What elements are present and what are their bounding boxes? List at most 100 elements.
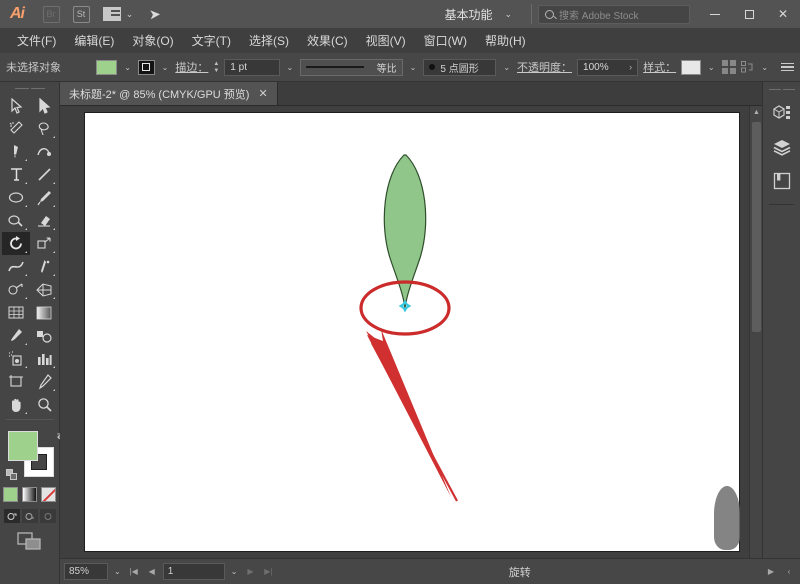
close-icon[interactable]: ✕ [258, 87, 267, 100]
gradient-tool[interactable] [30, 301, 58, 324]
fill-color-swatch-large[interactable] [8, 431, 38, 461]
paintbrush-tool[interactable] [30, 186, 58, 209]
chevron-down-icon[interactable]: ⌄ [501, 63, 512, 72]
eyedropper-tool[interactable] [2, 324, 30, 347]
stock-search-input[interactable]: 搜索 Adobe Stock [538, 5, 690, 24]
bridge-button[interactable]: Br [38, 0, 64, 28]
direct-selection-tool[interactable] [30, 94, 58, 117]
workspace-switcher[interactable]: 基本功能 ⌄ [436, 4, 520, 24]
scale-tool[interactable] [30, 232, 58, 255]
canvas-area[interactable]: ▲ [72, 106, 762, 558]
collapsed-panel-strip[interactable] [60, 106, 72, 558]
first-artboard-button[interactable]: |◀ [127, 563, 141, 580]
menu-edit[interactable]: 编辑(E) [65, 29, 123, 52]
maximize-button[interactable] [732, 0, 766, 28]
chevron-down-icon[interactable]: ⌄ [122, 63, 133, 72]
default-fill-stroke-icon[interactable] [6, 469, 18, 481]
right-dock-grip[interactable] [763, 82, 800, 96]
stroke-stepper[interactable]: ▲▼ [213, 61, 219, 74]
color-swatch-button[interactable] [3, 487, 18, 502]
align-icon[interactable] [722, 60, 736, 74]
type-tool[interactable] [2, 163, 30, 186]
none-swatch-button[interactable] [41, 487, 56, 502]
stroke-profile-select[interactable]: 等比 [300, 59, 402, 76]
draw-normal-button[interactable] [4, 509, 20, 523]
mesh-tool[interactable] [2, 301, 30, 324]
scroll-up-icon[interactable]: ▲ [750, 106, 762, 119]
ellipse-tool[interactable] [2, 186, 30, 209]
rotate-tool[interactable] [2, 232, 30, 255]
free-transform-tool[interactable] [30, 255, 58, 278]
last-artboard-button[interactable]: ▶| [261, 563, 275, 580]
brush-definition-select[interactable]: 5 点圆形 [423, 59, 496, 76]
menu-file[interactable]: 文件(F) [8, 29, 65, 52]
menu-type[interactable]: 文字(T) [183, 29, 240, 52]
magic-wand-tool[interactable] [2, 117, 30, 140]
stroke-weight-input[interactable]: 1 pt [224, 59, 279, 76]
vertical-scroll-thumb[interactable] [752, 122, 761, 332]
symbol-sprayer-tool[interactable] [2, 347, 30, 370]
transform-icon[interactable] [741, 60, 755, 74]
right-dock [762, 82, 800, 584]
curvature-tool[interactable] [30, 140, 58, 163]
document-tab[interactable]: 未标题-2* @ 85% (CMYK/GPU 预览) ✕ [60, 82, 278, 105]
shape-builder-tool[interactable] [2, 278, 30, 301]
close-button[interactable]: ✕ [766, 0, 800, 28]
stroke-color-swatch[interactable] [138, 60, 155, 75]
chevron-down-icon[interactable]: ⌄ [408, 63, 419, 72]
layers-panel-button[interactable] [763, 130, 800, 164]
pen-tool[interactable] [2, 140, 30, 163]
fill-color-swatch[interactable] [96, 60, 118, 75]
menu-object[interactable]: 对象(O) [123, 29, 182, 52]
blend-tool[interactable] [30, 324, 58, 347]
draw-inside-button[interactable] [40, 509, 56, 523]
artboard-tool[interactable] [2, 370, 30, 393]
chevron-down-icon[interactable]: ⌄ [285, 63, 296, 72]
slice-tool[interactable] [30, 370, 58, 393]
status-collapse-button[interactable]: ‹ [782, 563, 796, 580]
line-segment-tool[interactable] [30, 163, 58, 186]
arrange-documents-button[interactable]: ⌄ [98, 0, 138, 28]
next-artboard-button[interactable]: ▶ [243, 563, 257, 580]
eraser-tool[interactable] [30, 209, 58, 232]
zoom-chevron-down-icon[interactable]: ⌄ [112, 567, 123, 576]
canvas-vertical-scrollbar[interactable]: ▲ [749, 106, 762, 558]
hand-tool[interactable] [2, 393, 30, 416]
go-to-start-button[interactable]: ➤ [142, 0, 168, 28]
width-tool[interactable] [2, 255, 30, 278]
column-graph-tool[interactable] [30, 347, 58, 370]
menu-select[interactable]: 选择(S) [240, 29, 298, 52]
minimize-button[interactable] [698, 0, 732, 28]
graphic-style-swatch[interactable] [681, 60, 701, 75]
properties-panel-button[interactable] [763, 96, 800, 130]
lasso-tool[interactable] [30, 117, 58, 140]
chevron-down-icon[interactable]: ⌄ [706, 63, 717, 72]
zoom-tool[interactable] [30, 393, 58, 416]
menu-effect[interactable]: 效果(C) [298, 29, 357, 52]
chevron-down-icon[interactable]: ⌄ [160, 63, 171, 72]
status-expand-button[interactable]: ▶ [764, 563, 778, 580]
panel-menu-icon[interactable] [781, 63, 794, 72]
annotation-arrow [366, 329, 457, 501]
libraries-panel-button[interactable] [763, 164, 800, 198]
opacity-input[interactable]: 100% › [577, 59, 638, 76]
artboard[interactable] [84, 112, 740, 552]
stock-button[interactable]: St [68, 0, 94, 28]
artboard-number-input[interactable]: 1 [163, 563, 225, 580]
fill-stroke-widget: ⇄ [8, 431, 54, 477]
menu-help[interactable]: 帮助(H) [476, 29, 535, 52]
draw-behind-button[interactable] [22, 509, 38, 523]
tools-panel-grip[interactable] [0, 82, 59, 94]
selection-tool[interactable] [2, 94, 30, 117]
artboard-chevron-down-icon[interactable]: ⌄ [229, 567, 240, 576]
perspective-grid-tool[interactable] [30, 278, 58, 301]
change-screen-mode-button[interactable] [0, 532, 59, 550]
zoom-level-input[interactable]: 85% [64, 563, 108, 580]
previous-artboard-button[interactable]: ◀ [145, 563, 159, 580]
shaper-tool[interactable] [2, 209, 30, 232]
menu-window[interactable]: 窗口(W) [415, 29, 476, 52]
menu-view[interactable]: 视图(V) [357, 29, 415, 52]
search-icon [545, 10, 554, 19]
chevron-down-icon[interactable]: ⌄ [759, 63, 770, 72]
gradient-swatch-button[interactable] [22, 487, 37, 502]
